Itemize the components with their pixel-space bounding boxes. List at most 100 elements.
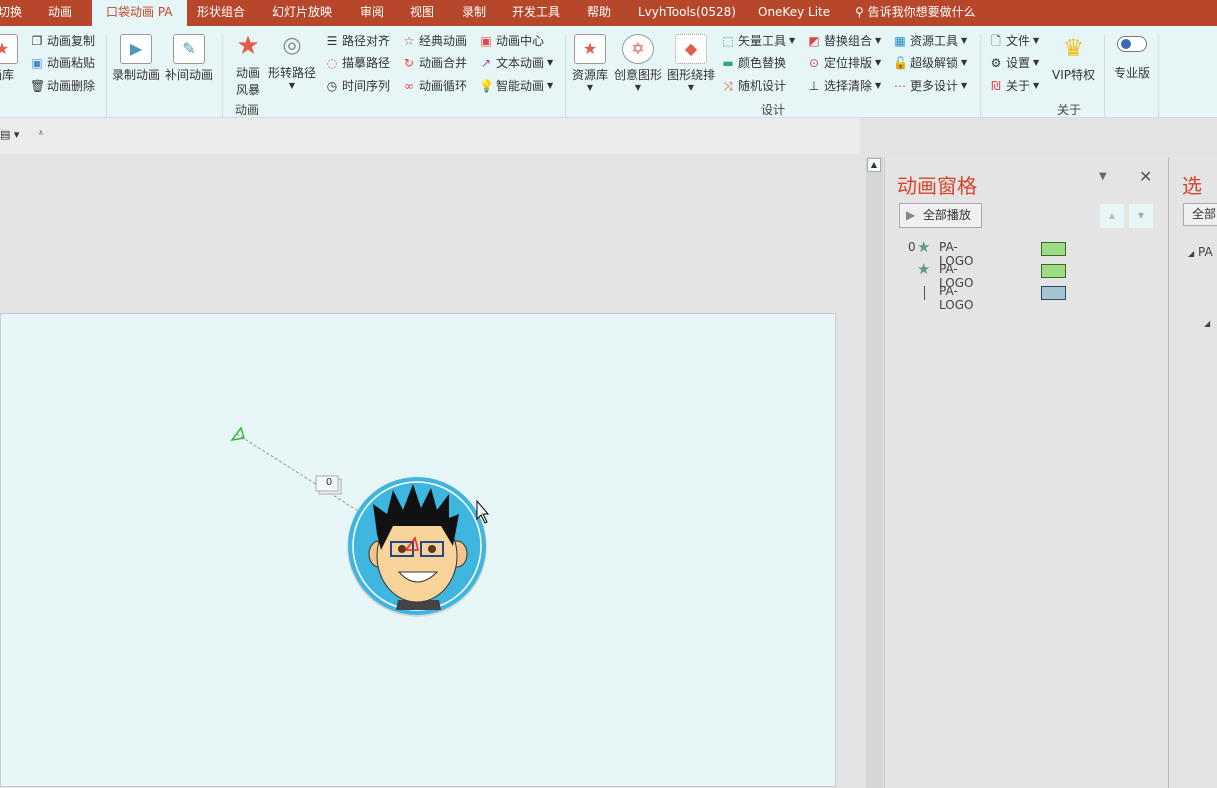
time-sequence-button[interactable]: ◷ 时间序列: [325, 77, 390, 94]
clock-icon: ◷: [326, 78, 338, 93]
show-all-button[interactable]: 全部: [1183, 203, 1217, 226]
divider: [1158, 34, 1159, 118]
slide-canvas[interactable]: 0: [0, 313, 836, 787]
delete-animation-button[interactable]: 🗑 动画删除: [30, 77, 95, 94]
tab-view[interactable]: 视图: [410, 0, 434, 26]
creative-shapes-button[interactable]: ✡ 创意图形 ▼: [614, 34, 662, 92]
about-button[interactable]: ₪ 关于 ▼: [989, 77, 1039, 94]
text-animation-button[interactable]: ↗ 文本动画 ▼: [479, 54, 553, 71]
move-down-button[interactable]: ▼: [1129, 204, 1153, 228]
quick-access-toolbar: ▤ ▾ ⩡: [0, 118, 860, 154]
align-path-button[interactable]: ☰ 路径对齐: [325, 32, 390, 49]
move-up-button[interactable]: ▲: [1100, 204, 1124, 228]
expand-icon[interactable]: ◢: [1188, 249, 1194, 258]
tell-me-search[interactable]: ⚲ 告诉我你想要做什么: [855, 0, 976, 26]
label: 文本动画: [496, 56, 545, 70]
record-animation-button[interactable]: ▶ 录制动画: [112, 34, 160, 83]
resource-library-button[interactable]: ★ 资源库 ▼: [572, 34, 608, 92]
label: 矢量工具: [738, 34, 787, 48]
trace-path-button[interactable]: ◌ 描摹路径: [325, 54, 390, 71]
shape-wrap-button[interactable]: ◆ 图形绕排 ▼: [667, 34, 715, 92]
tab-onekey[interactable]: OneKey Lite: [758, 0, 830, 26]
super-unlock-button[interactable]: 🔓 超级解锁 ▼: [893, 54, 967, 71]
tween-animation-button[interactable]: ✎ 补间动画: [165, 34, 213, 83]
selection-item[interactable]: ◢ PA: [1188, 245, 1213, 259]
position-layout-button[interactable]: ⊙ 定位排版 ▼: [807, 54, 881, 71]
label: 专业版: [1114, 66, 1151, 80]
paste-animation-button[interactable]: ▣ 动画粘贴: [30, 54, 95, 71]
settings-button[interactable]: ⚙ 设置 ▼: [989, 54, 1040, 71]
play-all-button[interactable]: ▶ 全部播放: [899, 203, 982, 228]
layout-dropdown-icon[interactable]: ▤ ▾: [0, 128, 19, 141]
more-design-button[interactable]: ⋯ 更多设计 ▼: [893, 77, 967, 94]
motion-path-icon: [924, 286, 925, 300]
resource-tools-button[interactable]: ▦ 资源工具 ▼: [893, 32, 967, 49]
tab-help[interactable]: 帮助: [587, 0, 611, 26]
item-name: PA-LOGO: [939, 284, 974, 312]
trace-icon: ◌: [326, 55, 338, 70]
label: 资源库: [572, 68, 609, 82]
tab-developer[interactable]: 开发工具: [512, 0, 560, 26]
expand-icon[interactable]: ◢: [1204, 319, 1210, 328]
label: 补间动画: [165, 68, 214, 82]
dropdown-arrow-icon: ▼: [961, 58, 968, 67]
label: 图形绕排: [667, 68, 716, 82]
label: VIP特权: [1052, 68, 1095, 82]
loop-animation-button[interactable]: ∞ 动画循环: [402, 77, 467, 94]
classic-animation-button[interactable]: ☆ 经典动画: [402, 32, 467, 49]
copy-animation-button[interactable]: ❐ 动画复制: [30, 32, 95, 49]
vector-tools-button[interactable]: ⬚ 矢量工具 ▼: [721, 32, 795, 49]
divider: [980, 34, 981, 118]
vertical-scrollbar[interactable]: ▲: [866, 157, 883, 788]
bulb-icon: 💡: [479, 78, 494, 93]
tab-shape-group[interactable]: 形状组合: [197, 0, 245, 26]
pro-version-toggle[interactable]: 专业版: [1114, 36, 1150, 81]
tab-animations[interactable]: 动画: [48, 0, 72, 26]
divider: [106, 34, 107, 118]
smart-animation-button[interactable]: 💡 智能动画 ▼: [479, 77, 553, 94]
replace-icon: ◩: [808, 33, 820, 48]
infinity-icon: ∞: [404, 78, 414, 93]
shape-to-path-button[interactable]: ◎ 形转路径 ▼: [268, 32, 316, 90]
animation-library-button[interactable]: ★ 画库: [0, 34, 18, 83]
scroll-up-icon[interactable]: ▲: [867, 158, 881, 172]
replace-group-button[interactable]: ◩ 替换组合 ▼: [807, 32, 881, 49]
label: 形转路径: [268, 66, 317, 80]
dropdown-arrow-icon: ▼: [875, 81, 882, 90]
random-design-button[interactable]: ⤨ 随机设计: [721, 77, 786, 94]
merge-animation-button[interactable]: ↻ 动画合并: [402, 54, 467, 71]
label: 动画中心: [496, 34, 545, 48]
file-button[interactable]: 🗋 文件 ▼: [989, 32, 1039, 49]
pane-options-icon[interactable]: ▼: [1099, 171, 1107, 182]
label: 动画循环: [419, 79, 468, 93]
label: 动画复制: [47, 34, 96, 48]
tab-lvyhtools[interactable]: LvyhTools(0528): [638, 0, 736, 26]
dots-icon: ⋯: [894, 78, 906, 93]
tab-record[interactable]: 录制: [462, 0, 486, 26]
vip-button[interactable]: ♛ VIP特权: [1052, 34, 1095, 83]
dropdown-arrow-icon: ▼: [1033, 81, 1040, 90]
label: 资源工具: [910, 34, 959, 48]
ribbon: ★画库 ❐动画复制 ▣动画粘贴 🗑动画删除 ▶录制动画 ✎补间动画 ★动画风暴 …: [0, 26, 1217, 118]
tab-pocket-animation[interactable]: 口袋动画 PA: [92, 0, 187, 26]
play-icon: ▶: [906, 208, 916, 222]
dropdown-arrow-icon: ▼: [1033, 36, 1040, 45]
animation-center-button[interactable]: ▣ 动画中心: [479, 32, 544, 49]
group-label-design: 设计: [761, 103, 786, 117]
tab-transitions[interactable]: 切换: [0, 0, 22, 26]
selection-clear-button[interactable]: ⊥ 选择清除 ▼: [807, 77, 881, 94]
tab-review[interactable]: 审阅: [360, 0, 384, 26]
merge-icon: ↻: [403, 55, 415, 70]
grid-icon: ▦: [894, 33, 906, 48]
label: 替换组合: [824, 34, 873, 48]
tab-slideshow[interactable]: 幻灯片放映: [272, 0, 332, 26]
motion-path-start-icon: [230, 426, 245, 442]
pa-logo-icon: ₪: [991, 78, 1001, 93]
label: 创意图形: [614, 68, 663, 82]
label: 动画合并: [419, 56, 468, 70]
color-replace-button[interactable]: ▬ 颜色替换: [721, 54, 786, 71]
close-icon[interactable]: ✕: [1139, 167, 1152, 186]
customize-toolbar-icon[interactable]: ⩡: [38, 128, 44, 139]
hexagram-icon: ✡: [622, 34, 654, 64]
animation-storm-button[interactable]: ★ 动画 风暴: [232, 32, 264, 98]
